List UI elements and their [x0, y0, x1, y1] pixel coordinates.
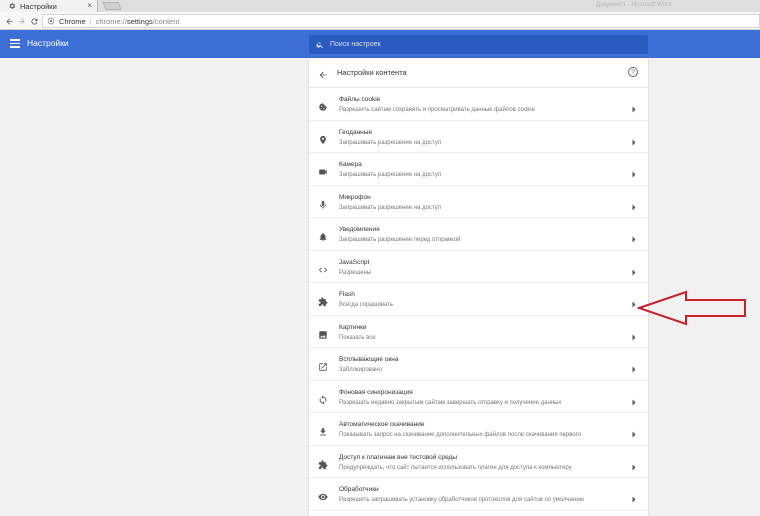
image-icon: [318, 327, 328, 339]
settings-row-title: Камера: [339, 161, 362, 168]
settings-row[interactable]: Геоданные Запрашивать разрешение на досту…: [309, 121, 648, 153]
settings-row-subtitle: Запрашивать разрешение на доступ: [339, 172, 441, 178]
chevron-right-icon[interactable]: [632, 490, 636, 503]
settings-row-title: Автоматическое скачивание: [339, 421, 425, 428]
chrome-page-icon: [47, 17, 55, 25]
forward-button[interactable]: [15, 15, 27, 27]
settings-row-subtitle: Показать все: [339, 334, 376, 341]
search-box[interactable]: [309, 35, 648, 54]
search-icon: [316, 42, 323, 48]
card-header: Настройки контента ?: [309, 58, 648, 88]
settings-row[interactable]: Всплывающие окна Заблокировано: [309, 348, 648, 381]
settings-row-subtitle: Разрешать недавно закрытым сайтам заверш…: [339, 399, 562, 406]
chevron-right-icon[interactable]: [632, 165, 636, 178]
settings-row[interactable]: Микрофон Запрашивать разрешение на доступ: [309, 186, 648, 218]
chevron-right-icon[interactable]: [632, 458, 636, 470]
settings-row[interactable]: Доступ к плагинам вне тестовой среды Пред…: [309, 446, 648, 478]
settings-row-subtitle: Запрашивать разрешение на доступ: [339, 204, 441, 211]
settings-row-subtitle: Показывать запрос на скачивание дополнит…: [339, 432, 582, 438]
settings-row-subtitle: Запрашивать разрешение на доступ: [339, 139, 441, 146]
chevron-right-icon[interactable]: [632, 425, 636, 438]
settings-row-title: Микрофон: [339, 193, 371, 201]
open-in-new-icon: [318, 359, 328, 371]
settings-row[interactable]: Фоновая синхронизация Разрешать недавно з…: [309, 381, 648, 413]
reload-icon: [30, 18, 37, 25]
settings-row-title: Flash: [339, 291, 355, 298]
chevron-right-icon[interactable]: [632, 263, 636, 275]
download-icon: [318, 424, 328, 436]
chevron-right-icon[interactable]: [632, 100, 636, 113]
url-separator: |: [89, 16, 92, 26]
search-input[interactable]: [330, 41, 630, 48]
arrow-right-icon: [18, 18, 24, 24]
settings-row[interactable]: Автоматическое скачивание Показывать запр…: [309, 413, 648, 446]
settings-row-title: Геоданные: [339, 128, 373, 136]
settings-row-subtitle: Предупреждать, что сайт пытается использ…: [339, 464, 572, 471]
settings-header: Настройки: [0, 30, 760, 58]
card-title: Настройки контента: [337, 68, 407, 77]
gear-icon: [8, 2, 16, 10]
help-icon[interactable]: ?: [628, 67, 638, 77]
settings-row-title: Обработчики: [339, 486, 379, 493]
arrow-left-icon: [6, 18, 12, 24]
settings-row[interactable]: Файлы cookie Разрешить сайтам сохранять и…: [309, 88, 648, 121]
puzzle-icon: [318, 294, 328, 307]
background-window-title: Документ1 - Microsoft Word: [596, 2, 672, 8]
tab-settings[interactable]: Настройки ×: [0, 0, 98, 12]
settings-row-subtitle: Запрашивать разрешение перед отправкой: [339, 237, 461, 243]
address-bar[interactable]: Chrome | chrome:// settings /content: [42, 14, 760, 28]
settings-row-title: Всплывающие окна: [339, 356, 399, 363]
settings-row[interactable]: Обработчики Разрешить запрашивать установ…: [309, 478, 648, 511]
code-brackets-icon: [318, 262, 328, 272]
back-arrow-icon[interactable]: [318, 67, 328, 79]
tab-strip: Настройки × Документ1 - Microsoft Word: [0, 0, 760, 12]
settings-row[interactable]: Камера Запрашивать разрешение на доступ: [309, 153, 648, 186]
settings-row-title: Фоновая синхронизация: [339, 388, 413, 396]
location-pin-icon: [318, 132, 328, 144]
chevron-right-icon[interactable]: [632, 360, 636, 373]
reload-button[interactable]: [28, 15, 40, 27]
tab-title: Настройки: [20, 1, 57, 11]
site-label: Chrome: [59, 16, 86, 26]
content-settings-card: Настройки контента ? Файлы cookie Разреши…: [309, 58, 648, 516]
chevron-right-icon[interactable]: [632, 133, 636, 145]
settings-row-subtitle: Разрешены: [339, 269, 372, 276]
cookie-icon: [318, 99, 328, 111]
menu-icon[interactable]: [10, 39, 20, 48]
chevron-right-icon[interactable]: [632, 393, 636, 405]
camera-icon: [318, 164, 328, 175]
settings-row-title: Картинки: [339, 323, 367, 331]
settings-row[interactable]: Flash Всегда спрашивать: [309, 283, 648, 316]
chevron-right-icon[interactable]: [632, 230, 636, 243]
puzzle-icon: [318, 457, 328, 469]
settings-row[interactable]: JavaScript Разрешены: [309, 251, 648, 283]
settings-row-subtitle: Заблокировано: [339, 367, 382, 373]
eye-icon: [318, 489, 328, 501]
screen: Настройки × Документ1 - Microsoft Word C…: [0, 0, 760, 516]
new-tab-button[interactable]: [102, 2, 122, 10]
settings-row-subtitle: Всегда спрашивать: [339, 302, 394, 308]
settings-row-subtitle: Разрешить запрашивать установку обработч…: [339, 497, 585, 503]
settings-row-title: Уведомления: [339, 226, 380, 233]
chevron-right-icon[interactable]: [632, 328, 636, 340]
bell-icon: [318, 229, 328, 242]
settings-row[interactable]: Уведомления Запрашивать разрешение перед …: [309, 218, 648, 251]
settings-row-title: Доступ к плагинам вне тестовой среды: [339, 453, 458, 461]
microphone-icon: [318, 197, 328, 209]
tab-close-icon[interactable]: ×: [87, 1, 92, 10]
annotation-arrow-icon: [637, 290, 746, 326]
url-path: /content: [152, 16, 180, 26]
chevron-right-icon[interactable]: [632, 295, 636, 308]
url-scheme: chrome://: [95, 16, 127, 26]
url-host: settings: [126, 16, 153, 26]
settings-row-title: Файлы cookie: [339, 96, 381, 103]
settings-row-subtitle: Разрешить сайтам сохранять и просматрива…: [339, 107, 535, 113]
back-button[interactable]: [3, 15, 15, 27]
settings-row[interactable]: Картинки Показать все: [309, 316, 648, 348]
browser-toolbar: Chrome | chrome:// settings /content: [0, 12, 760, 30]
chevron-right-icon[interactable]: [632, 198, 636, 210]
page-title: Настройки: [27, 38, 69, 48]
sync-icon: [318, 392, 328, 405]
settings-row-title: JavaScript: [339, 258, 370, 266]
